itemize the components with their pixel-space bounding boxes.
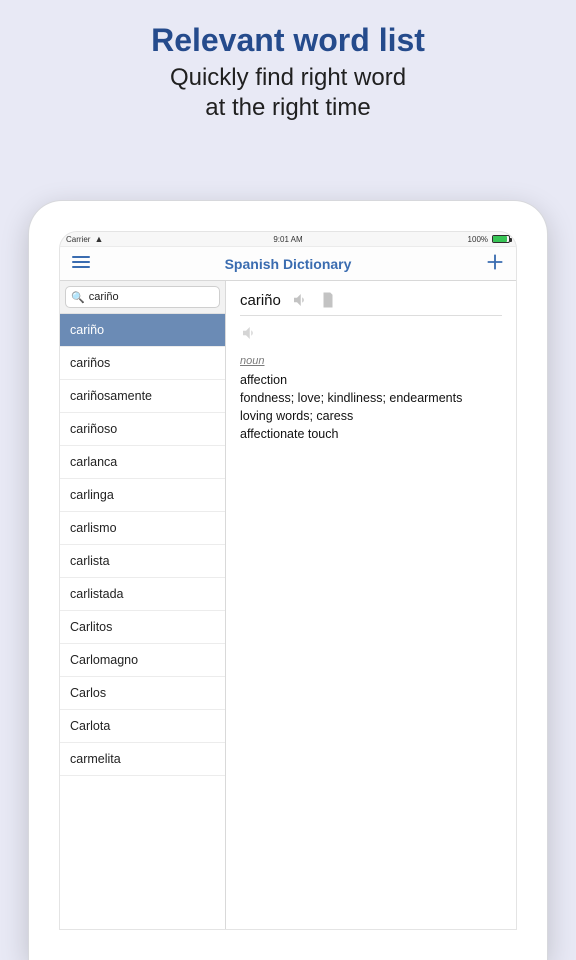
headword: cariño xyxy=(240,292,281,309)
nav-bar: Spanish Dictionary xyxy=(60,247,516,281)
list-item[interactable]: Carlos xyxy=(60,677,225,710)
add-button[interactable] xyxy=(484,251,506,277)
definition-line: affection xyxy=(240,371,502,389)
hero-subtitle: Quickly find right word at the right tim… xyxy=(0,63,576,123)
battery-percent: 100% xyxy=(468,235,488,244)
word-list[interactable]: cariñocariñoscariñosamentecariñosocarlan… xyxy=(60,314,225,930)
list-item[interactable]: carlismo xyxy=(60,512,225,545)
search-icon: 🔍 xyxy=(71,291,85,304)
document-button[interactable] xyxy=(319,291,337,309)
plus-icon xyxy=(484,251,506,273)
battery-icon xyxy=(492,235,510,243)
list-item[interactable]: carlinga xyxy=(60,479,225,512)
definition-header: cariño xyxy=(240,291,502,309)
list-item[interactable]: Carlomagno xyxy=(60,644,225,677)
part-of-speech: noun xyxy=(240,355,264,367)
list-item[interactable]: Carlota xyxy=(60,710,225,743)
list-item[interactable]: carlistada xyxy=(60,578,225,611)
divider xyxy=(240,315,502,316)
screen: Carrier ▲ 9:01 AM 100% Spanish Dictionar… xyxy=(59,231,517,930)
document-icon xyxy=(319,291,337,309)
hamburger-icon xyxy=(72,253,90,271)
list-item[interactable]: carlista xyxy=(60,545,225,578)
list-item[interactable]: carmelita xyxy=(60,743,225,776)
app-title: Spanish Dictionary xyxy=(225,256,352,272)
list-item[interactable]: cariños xyxy=(60,347,225,380)
definition-line: affectionate touch xyxy=(240,425,502,443)
audio-button[interactable] xyxy=(291,291,309,309)
list-item[interactable]: cariñosamente xyxy=(60,380,225,413)
definition-pane: cariño noun affectionfondness; love; kin… xyxy=(226,281,516,930)
list-item[interactable]: carlanca xyxy=(60,446,225,479)
content: 🔍 × cariñocariñoscariñosamentecariñosoca… xyxy=(60,281,516,930)
audio-button-secondary[interactable] xyxy=(240,324,502,347)
side-panel: 🔍 × cariñocariñoscariñosamentecariñosoca… xyxy=(60,281,226,930)
definition-lines: affectionfondness; love; kindliness; end… xyxy=(240,371,502,444)
promo-hero: Relevant word list Quickly find right wo… xyxy=(0,0,576,141)
search-input[interactable] xyxy=(89,291,231,303)
list-item[interactable]: cariño xyxy=(60,314,225,347)
speaker-icon xyxy=(291,291,309,309)
list-item[interactable]: cariñoso xyxy=(60,413,225,446)
menu-button[interactable] xyxy=(70,253,92,275)
list-item[interactable]: Carlitos xyxy=(60,611,225,644)
search-container: 🔍 × xyxy=(60,281,225,314)
speaker-icon xyxy=(240,324,258,342)
tablet-frame: Carrier ▲ 9:01 AM 100% Spanish Dictionar… xyxy=(28,200,548,960)
hero-title: Relevant word list xyxy=(0,22,576,59)
wifi-icon: ▲ xyxy=(94,234,103,244)
status-bar: Carrier ▲ 9:01 AM 100% xyxy=(60,232,516,247)
definition-line: loving words; caress xyxy=(240,407,502,425)
clock: 9:01 AM xyxy=(273,235,302,244)
carrier-label: Carrier xyxy=(66,235,90,244)
search-box[interactable]: 🔍 × xyxy=(65,286,220,308)
definition-line: fondness; love; kindliness; endearments xyxy=(240,389,502,407)
